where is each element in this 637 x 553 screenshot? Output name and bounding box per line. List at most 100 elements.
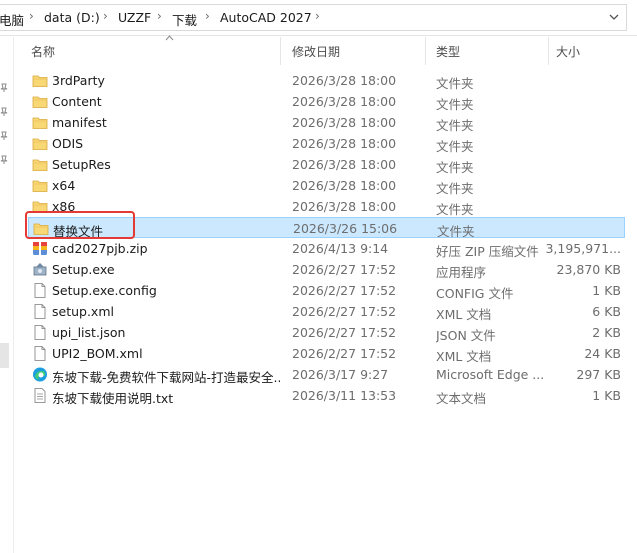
breadcrumb-drive[interactable]: data (D:)	[44, 10, 100, 25]
pin-icon	[0, 131, 8, 144]
file-modified-date: 2026/3/28 18:00	[292, 115, 397, 130]
file-type: 文件夹	[436, 76, 474, 91]
file-size: 6 KB	[592, 304, 621, 319]
file-type: 文本文档	[436, 391, 487, 406]
nav-selected-item[interactable]	[0, 343, 9, 368]
file-modified-date: 2026/3/17 9:27	[292, 367, 389, 382]
column-header-name[interactable]: 名称	[31, 43, 55, 60]
breadcrumb-separator-icon[interactable]: ›	[205, 9, 210, 23]
file-name: 3rdParty	[52, 73, 105, 88]
file-modified-date: 2026/2/27 17:52	[292, 325, 397, 340]
file-type: Microsoft Edge ...	[436, 367, 545, 382]
file-type: 好压 ZIP 压缩文件	[436, 244, 539, 259]
navigation-pane[interactable]	[0, 37, 14, 553]
file-row[interactable]: UPI2_BOM.xml 2026/2/27 17:52 XML 文档 24 KB	[28, 343, 625, 364]
file-modified-date: 2026/3/28 18:00	[292, 178, 397, 193]
file-name: Setup.exe.config	[52, 283, 157, 298]
file-size: 1 KB	[592, 283, 621, 298]
file-type: XML 文档	[436, 349, 492, 364]
column-header-row: 名称 修改日期 类型 大小	[14, 35, 637, 65]
file-type: 文件夹	[436, 139, 474, 154]
file-row[interactable]: Content 2026/3/28 18:00 文件夹	[28, 91, 625, 112]
file-modified-date: 2026/2/27 17:52	[292, 283, 397, 298]
breadcrumb-autocad[interactable]: AutoCAD 2027	[220, 10, 312, 25]
file-modified-date: 2026/2/27 17:52	[292, 262, 397, 277]
file-name: ODIS	[52, 136, 84, 151]
file-type: XML 文档	[436, 307, 492, 322]
document-icon	[32, 304, 48, 319]
file-name: upi_list.json	[52, 325, 126, 340]
file-size: 297 KB	[576, 367, 621, 382]
file-type: 文件夹	[436, 181, 474, 196]
file-modified-date: 2026/3/28 18:00	[292, 157, 397, 172]
breadcrumb-separator-icon[interactable]: ›	[315, 9, 320, 23]
file-row[interactable]: 东坡下载-免费软件下载网站-打造最安全... 2026/3/17 9:27 Micr…	[28, 364, 625, 385]
file-modified-date: 2026/3/28 18:00	[292, 199, 397, 214]
file-name: manifest	[52, 115, 107, 130]
file-size: 24 KB	[584, 346, 621, 361]
pin-icon	[0, 83, 8, 96]
file-row[interactable]: 3rdParty 2026/3/28 18:00 文件夹	[28, 70, 625, 91]
breadcrumb-downloads[interactable]: 下载	[172, 10, 197, 29]
breadcrumb[interactable]: 电脑 › data (D:) › UZZF › 下载 › AutoCAD 202…	[0, 4, 627, 31]
folder-icon	[32, 157, 48, 172]
breadcrumb-uzzf[interactable]: UZZF	[118, 10, 151, 25]
file-row[interactable]: SetupRes 2026/3/28 18:00 文件夹	[28, 154, 625, 175]
document-icon	[32, 346, 48, 361]
file-type: CONFIG 文件	[436, 286, 514, 301]
file-name: Setup.exe	[52, 262, 115, 277]
file-type: 文件夹	[436, 160, 474, 175]
folder-icon	[32, 136, 48, 151]
file-row[interactable]: cad2027pjb.zip 2026/4/13 9:14 好压 ZIP 压缩文件 3…	[28, 238, 625, 259]
file-type: 文件夹	[436, 97, 474, 112]
text-file-icon	[32, 388, 48, 403]
file-modified-date: 2026/3/28 18:00	[292, 73, 397, 88]
address-dropdown-icon[interactable]	[609, 10, 619, 24]
file-row[interactable]: manifest 2026/3/28 18:00 文件夹	[28, 112, 625, 133]
file-modified-date: 2026/2/27 17:52	[292, 346, 397, 361]
column-header-date[interactable]: 修改日期	[292, 43, 340, 60]
file-row[interactable]: setup.xml 2026/2/27 17:52 XML 文档 6 KB	[28, 301, 625, 322]
column-header-size[interactable]: 大小	[556, 43, 580, 60]
file-row[interactable]: Setup.exe 2026/2/27 17:52 应用程序 23,870 KB	[28, 259, 625, 280]
breadcrumb-separator-icon[interactable]: ›	[103, 9, 108, 23]
file-size: 23,870 KB	[556, 262, 621, 277]
pin-icon	[0, 155, 8, 168]
file-modified-date: 2026/3/26 15:06	[293, 221, 398, 236]
file-name: x64	[52, 178, 76, 193]
file-row[interactable]: 东坡下载使用说明.txt 2026/3/11 13:53 文本文档 1 KB	[28, 385, 625, 406]
folder-icon	[32, 73, 48, 88]
file-row[interactable]: ODIS 2026/3/28 18:00 文件夹	[28, 133, 625, 154]
file-type: JSON 文件	[436, 328, 496, 343]
folder-icon	[32, 115, 48, 130]
column-header-type[interactable]: 类型	[436, 43, 460, 60]
file-name: 东坡下载-免费软件下载网站-打造最安全...	[52, 370, 280, 385]
file-size: 2 KB	[592, 325, 621, 340]
file-type: 文件夹	[436, 118, 474, 133]
file-row[interactable]: upi_list.json 2026/2/27 17:52 JSON 文件 2 KB	[28, 322, 625, 343]
file-name: UPI2_BOM.xml	[52, 346, 143, 361]
breadcrumb-separator-icon[interactable]: ›	[157, 9, 162, 23]
zip-archive-icon	[32, 241, 48, 256]
file-modified-date: 2026/3/28 18:00	[292, 94, 397, 109]
edge-browser-icon	[32, 367, 48, 382]
column-divider[interactable]	[280, 37, 281, 65]
column-divider[interactable]	[425, 37, 426, 65]
folder-icon	[32, 178, 48, 193]
file-name: 东坡下载使用说明.txt	[52, 391, 174, 406]
setup-exe-icon	[32, 262, 48, 277]
file-name: cad2027pjb.zip	[52, 241, 148, 256]
annotation-highlight	[25, 211, 135, 239]
file-row[interactable]: Setup.exe.config 2026/2/27 17:52 CONFIG 文件…	[28, 280, 625, 301]
column-divider[interactable]	[548, 37, 549, 65]
breadcrumb-separator-icon[interactable]: ›	[29, 9, 34, 23]
sort-ascending-icon	[165, 33, 174, 44]
file-name: SetupRes	[52, 157, 111, 172]
file-size: 1 KB	[592, 388, 621, 403]
breadcrumb-computer[interactable]: 电脑	[0, 10, 24, 29]
file-modified-date: 2026/3/28 18:00	[292, 136, 397, 151]
file-modified-date: 2026/4/13 9:14	[292, 241, 389, 256]
file-row[interactable]: x64 2026/3/28 18:00 文件夹	[28, 175, 625, 196]
file-modified-date: 2026/3/11 13:53	[292, 388, 397, 403]
file-name: setup.xml	[52, 304, 114, 319]
